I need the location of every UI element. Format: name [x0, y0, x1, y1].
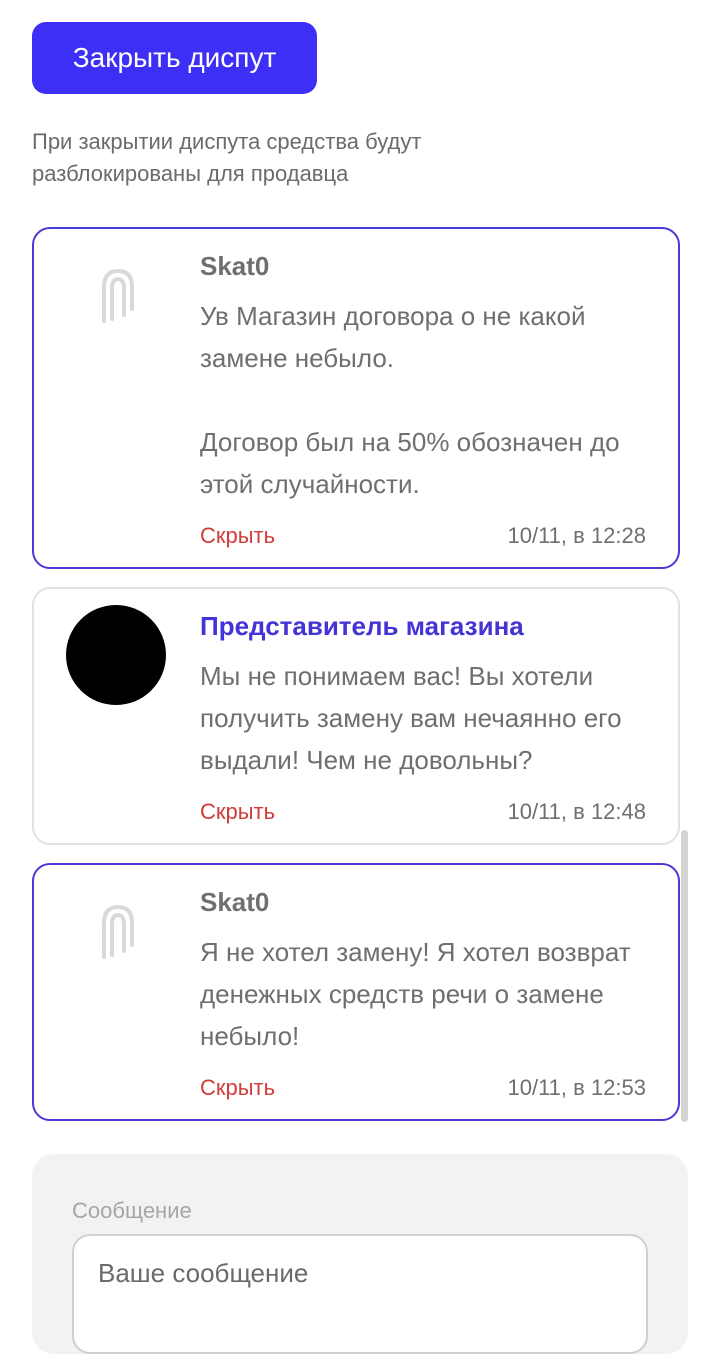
message-time: 10/11, в 12:53 — [507, 1075, 647, 1100]
message-text: Мы не понимаем вас! Вы хотели получить з… — [200, 661, 622, 775]
message-time: 10/11, в 12:48 — [507, 799, 647, 824]
message-field-label: Сообщение — [72, 1198, 192, 1223]
message-card: Представитель магазина Мы не понимаем ва… — [32, 587, 680, 845]
messages-scrollbar[interactable] — [681, 830, 688, 1122]
brand-logo-icon — [102, 904, 134, 959]
brand-logo-icon — [102, 268, 134, 323]
shop-avatar — [66, 605, 166, 705]
message-author: Skat0 — [200, 887, 270, 917]
message-text: Ув Магазин договора о не какой замене не… — [200, 301, 620, 499]
hide-message-link[interactable]: Скрыть — [200, 523, 275, 549]
message-input[interactable] — [72, 1234, 648, 1354]
message-author: Представитель магазина — [200, 611, 524, 641]
hide-message-link[interactable]: Скрыть — [200, 1075, 275, 1101]
close-dispute-button[interactable]: Закрыть диспут — [32, 22, 317, 94]
message-card: Skat0 Ув Магазин договора о не какой зам… — [32, 227, 680, 569]
close-dispute-note: При закрытии диспута средства будут разб… — [32, 129, 422, 186]
hide-message-link[interactable]: Скрыть — [200, 799, 275, 825]
message-composer: Сообщение — [32, 1154, 688, 1354]
message-author: Skat0 — [200, 251, 270, 281]
message-text: Я не хотел замену! Я хотел возврат денеж… — [200, 937, 631, 1051]
message-card: Skat0 Я не хотел замену! Я хотел возврат… — [32, 863, 680, 1121]
message-time: 10/11, в 12:28 — [507, 523, 647, 548]
